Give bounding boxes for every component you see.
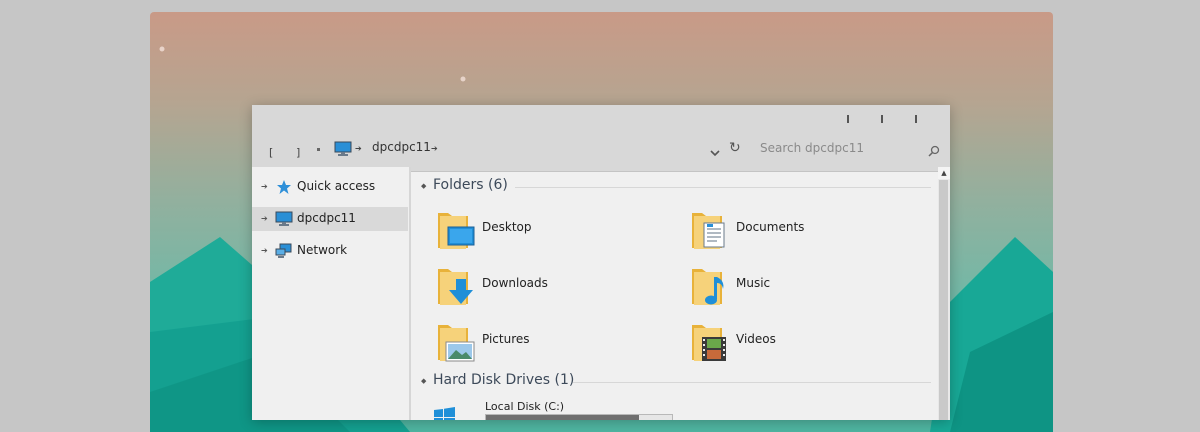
chevron-down-icon[interactable]: ◆ xyxy=(421,182,426,190)
breadcrumb-separator-icon[interactable]: ➔ xyxy=(355,144,362,153)
folder-tile-videos[interactable]: Videos xyxy=(690,319,930,363)
chevron-right-icon[interactable]: ➔ xyxy=(261,182,268,191)
sidebar-item-computer[interactable]: ➔ dpcdpc11 xyxy=(252,207,408,231)
scrollbar-thumb[interactable] xyxy=(939,180,948,420)
chevron-right-icon[interactable]: ➔ xyxy=(261,214,268,223)
folder-label: Music xyxy=(736,276,771,290)
vertical-scrollbar[interactable]: ▲ xyxy=(938,167,950,420)
forward-button[interactable]: ] xyxy=(296,147,300,159)
desktop-folder-icon xyxy=(436,207,476,255)
folder-tile-music[interactable]: Music xyxy=(690,263,930,307)
videos-folder-icon xyxy=(690,319,730,367)
maximize-icon[interactable] xyxy=(881,115,883,123)
folder-label: Documents xyxy=(736,220,805,234)
sidebar-item-label: Network xyxy=(297,243,348,257)
drives-group-header[interactable]: ◆ Hard Disk Drives (1) xyxy=(421,372,931,392)
downloads-folder-icon xyxy=(436,263,476,311)
drive-usage-fill xyxy=(486,415,639,420)
pictures-folder-icon xyxy=(436,319,476,367)
quick-access-star-icon xyxy=(275,179,293,199)
navigation-pane: ➔ Quick access ➔ dpcdpc11 ➔ Network xyxy=(252,167,411,420)
folder-label: Downloads xyxy=(482,276,548,290)
sidebar-item-quick-access[interactable]: ➔ Quick access xyxy=(252,175,408,199)
windows-drive-icon xyxy=(434,407,456,420)
folder-tile-documents[interactable]: Documents xyxy=(690,207,930,251)
documents-folder-icon xyxy=(690,207,730,255)
close-icon[interactable] xyxy=(915,115,917,123)
drive-tile-local-disk[interactable]: Local Disk (C:) xyxy=(434,397,734,420)
scroll-up-icon[interactable]: ▲ xyxy=(938,167,950,179)
folder-tile-pictures[interactable]: Pictures xyxy=(436,319,676,363)
title-bar[interactable] xyxy=(252,105,950,134)
folder-label: Pictures xyxy=(482,332,530,346)
folders-group-header[interactable]: ◆ Folders (6) xyxy=(421,177,931,197)
folder-tile-desktop[interactable]: Desktop xyxy=(436,207,676,251)
back-button[interactable]: [ xyxy=(269,147,273,159)
network-icon xyxy=(275,243,293,263)
folder-label: Videos xyxy=(736,332,776,346)
computer-icon xyxy=(334,141,352,161)
sidebar-item-network[interactable]: ➔ Network xyxy=(252,239,408,263)
sidebar-item-label: dpcdpc11 xyxy=(297,211,356,225)
computer-icon xyxy=(275,211,293,231)
up-button[interactable] xyxy=(317,148,320,151)
folder-label: Desktop xyxy=(482,220,532,234)
chevron-right-icon[interactable]: ➔ xyxy=(261,246,268,255)
group-title: Hard Disk Drives (1) xyxy=(433,372,575,388)
chevron-down-icon[interactable]: ◆ xyxy=(421,377,426,385)
sidebar-item-label: Quick access xyxy=(297,179,376,193)
minimize-icon[interactable] xyxy=(847,115,849,123)
search-input[interactable] xyxy=(752,137,938,159)
file-explorer-window: [ ] ➔ dpcdpc11 ➔ ↻ ➔ Quick access xyxy=(252,105,950,420)
drive-label: Local Disk (C:) xyxy=(485,400,565,413)
chevron-down-icon[interactable] xyxy=(709,143,721,162)
group-title: Folders (6) xyxy=(433,177,508,193)
search-icon[interactable] xyxy=(928,142,940,161)
group-divider xyxy=(515,187,931,188)
music-folder-icon xyxy=(690,263,730,311)
drive-usage-bar xyxy=(485,414,673,420)
folder-tile-downloads[interactable]: Downloads xyxy=(436,263,676,307)
breadcrumb-separator-icon[interactable]: ➔ xyxy=(431,144,438,153)
breadcrumb-computer[interactable]: dpcdpc11 xyxy=(372,140,431,154)
refresh-icon[interactable]: ↻ xyxy=(729,140,741,156)
content-pane: ◆ Folders (6) Desktop Documents Download… xyxy=(412,167,938,420)
group-divider xyxy=(573,382,931,383)
